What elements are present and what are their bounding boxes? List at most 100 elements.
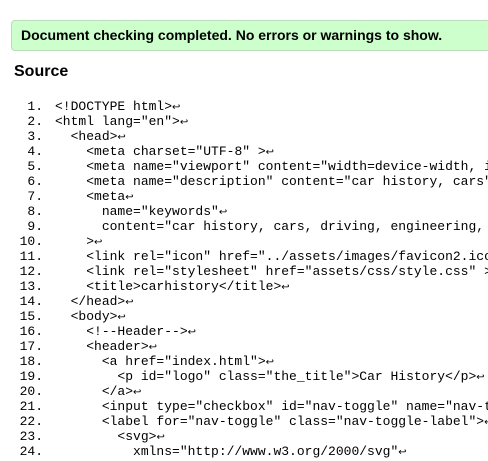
- line-code: content="car history, cars, driving, eng…: [55, 219, 488, 234]
- line-number: 11.: [19, 249, 43, 264]
- line-break-icon: ↩: [133, 387, 142, 398]
- line-number: 10.: [19, 234, 43, 249]
- line-code-text: content="car history, cars, driving, eng…: [101, 219, 488, 234]
- line-code: <!--Header-->↩: [55, 324, 196, 339]
- line-code-text: <a href="index.html">: [101, 354, 266, 369]
- line-code: >↩: [55, 234, 102, 249]
- line-number: 5.: [27, 159, 43, 174]
- line-break-icon: ↩: [265, 147, 275, 158]
- source-line: 18. <a href="index.html">↩: [0, 354, 488, 369]
- line-code: <header>↩: [55, 339, 157, 354]
- line-code-text: <header>: [86, 339, 149, 354]
- line-code: <a href="index.html">↩: [55, 354, 274, 369]
- line-number: 3.: [27, 129, 43, 144]
- line-code-text: >: [86, 234, 95, 249]
- line-code: <meta charset="UTF-8" >↩: [55, 144, 274, 159]
- source-line: 5. <meta name="viewport" content="width=…: [0, 159, 488, 174]
- line-break-icon: ↩: [125, 297, 134, 308]
- line-break-icon: ↩: [265, 357, 275, 368]
- source-line: 2. <html lang="en">↩: [0, 114, 488, 129]
- line-break-icon: ↩: [476, 372, 485, 383]
- line-break-icon: ↩: [125, 192, 134, 203]
- line-number: 21.: [19, 399, 43, 414]
- source-line: 6. <meta name="description" content="car…: [0, 174, 488, 189]
- line-code-text: <body>: [70, 309, 118, 324]
- line-number: 22.: [19, 414, 43, 429]
- source-line: 17. <header>↩: [0, 339, 488, 354]
- line-number: 7.: [27, 189, 43, 204]
- line-number: 13.: [19, 279, 43, 294]
- line-break-icon: ↩: [484, 417, 488, 428]
- line-code-text: </head>: [70, 294, 126, 309]
- line-code: <meta↩: [55, 189, 134, 204]
- line-code: <html lang="en">↩: [55, 114, 188, 129]
- line-number: 15.: [19, 309, 43, 324]
- line-number: 18.: [19, 354, 43, 369]
- line-number: 4.: [27, 144, 43, 159]
- line-code-text: </a>: [101, 384, 134, 399]
- line-break-icon: ↩: [156, 432, 165, 443]
- line-number: 23.: [19, 429, 43, 444]
- line-number: 17.: [19, 339, 43, 354]
- source-heading: Source: [14, 63, 69, 80]
- line-code: <body>↩: [55, 309, 126, 324]
- source-line: 14. </head>↩: [0, 294, 488, 309]
- line-code-text: <meta charset="UTF-8" >: [86, 144, 266, 159]
- source-line: 11. <link rel="icon" href="../assets/ima…: [0, 249, 488, 264]
- line-code-text: <head>: [70, 129, 118, 144]
- line-code-text: <svg>: [117, 429, 157, 444]
- line-code-text: <link rel="stylesheet" href="assets/css/…: [86, 264, 488, 279]
- line-number: 20.: [19, 384, 43, 399]
- line-code-text: <meta name="viewport" content="width=dev…: [86, 159, 488, 174]
- line-code: <!DOCTYPE html>↩: [55, 99, 180, 114]
- line-number: 19.: [19, 369, 43, 384]
- source-line: 8. name="keywords"↩: [0, 204, 488, 219]
- line-code-text: <link rel="icon" href="../assets/images/…: [86, 249, 488, 264]
- source-line: 13. <title>carhistory</title>↩: [0, 279, 488, 294]
- line-number: 2.: [27, 114, 43, 129]
- line-code-text: xmlns="http://www.w3.org/2000/svg": [133, 444, 399, 459]
- line-code: <link rel="stylesheet" href="assets/css/…: [55, 264, 488, 279]
- line-number: 16.: [19, 324, 43, 339]
- source-line: 12. <link rel="stylesheet" href="assets/…: [0, 264, 488, 279]
- source-line: 1. <!DOCTYPE html>↩: [0, 99, 488, 114]
- line-number: 8.: [27, 204, 43, 219]
- source-line: 4. <meta charset="UTF-8" >↩: [0, 144, 488, 159]
- source-line: 20. </a>↩: [0, 384, 488, 399]
- line-code-text: <html lang="en">: [55, 114, 180, 129]
- line-break-icon: ↩: [398, 447, 407, 458]
- line-code: <link rel="icon" href="../assets/images/…: [55, 249, 488, 264]
- source-line: 10. >↩: [0, 234, 488, 249]
- source-line: 16. <!--Header-->↩: [0, 324, 488, 339]
- line-code-text: <title>carhistory</title>: [86, 279, 282, 294]
- source-line: 9. content="car history, cars, driving, …: [0, 219, 488, 234]
- line-break-icon: ↩: [218, 207, 228, 218]
- line-code-text: <!--Header-->: [86, 324, 188, 339]
- line-break-icon: ↩: [179, 117, 189, 128]
- page: { "banner": { "message": "Document check…: [0, 0, 488, 461]
- line-code-text: <!DOCTYPE html>: [55, 99, 173, 114]
- source-line: 21. <input type="checkbox" id="nav-toggl…: [0, 399, 488, 414]
- line-code-text: <meta: [86, 189, 126, 204]
- line-number: 12.: [19, 264, 43, 279]
- line-code-text: <meta name="description" content="car hi…: [86, 174, 488, 189]
- line-number: 1.: [27, 99, 43, 114]
- source-line: 23. <svg>↩: [0, 429, 488, 444]
- line-code: <meta name="viewport" content="width=dev…: [55, 159, 488, 174]
